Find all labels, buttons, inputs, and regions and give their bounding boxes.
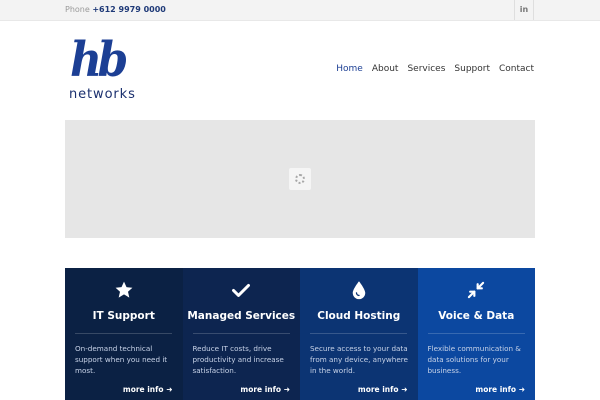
nav-about[interactable]: About (372, 64, 399, 74)
arrow-right-icon: ➜ (401, 385, 408, 394)
checkmark-icon (183, 280, 301, 302)
service-description: Flexible communication & data solutions … (427, 344, 521, 375)
service-description: Reduce IT costs, drive productivity and … (192, 344, 284, 375)
more-info-text: more info (240, 385, 282, 394)
service-title: Cloud Hosting (317, 310, 401, 322)
site-logo[interactable]: hb networks (68, 32, 148, 104)
phone-info: Phone +612 9979 0000 (65, 5, 166, 14)
more-info-link[interactable]: more info ➜ (358, 385, 408, 394)
more-info-link[interactable]: more info ➜ (240, 385, 290, 394)
main-nav: Home About Services Support Contact (336, 64, 534, 74)
phone-label: Phone (65, 5, 90, 14)
nav-support[interactable]: Support (454, 64, 490, 74)
nav-contact[interactable]: Contact (499, 64, 534, 74)
more-info-link[interactable]: more info ➜ (475, 385, 525, 394)
service-title: IT Support (92, 310, 155, 322)
more-info-text: more info (475, 385, 517, 394)
logo-subtitle: networks (69, 87, 136, 102)
linkedin-icon[interactable]: in (514, 0, 534, 20)
top-bar: Phone +612 9979 0000 in (0, 0, 600, 21)
divider (192, 333, 290, 334)
logo-mark: hb (70, 32, 128, 88)
service-description: Secure access to your data from any devi… (310, 344, 408, 375)
service-title: Managed Services (187, 310, 296, 322)
star-icon (65, 280, 183, 302)
more-info-text: more info (122, 385, 164, 394)
divider (427, 333, 525, 334)
service-card-it-support[interactable]: IT Support On-demand technical support w… (65, 268, 183, 400)
service-card-cloud-hosting[interactable]: Cloud Hosting Secure access to your data… (300, 268, 418, 400)
services-section: IT Support On-demand technical support w… (65, 268, 535, 400)
service-card-managed-services[interactable]: Managed Services Reduce IT costs, drive … (182, 268, 301, 400)
nav-services[interactable]: Services (407, 64, 445, 74)
service-title: Voice & Data (438, 310, 515, 322)
divider (310, 333, 407, 334)
droplet-icon (300, 280, 418, 302)
service-description: On-demand technical support when you nee… (75, 344, 168, 375)
compress-arrows-icon (418, 280, 536, 302)
phone-number[interactable]: +612 9979 0000 (92, 5, 166, 14)
hero-slider[interactable] (65, 120, 535, 238)
arrow-right-icon: ➜ (283, 385, 290, 394)
nav-home[interactable]: Home (336, 64, 363, 74)
loading-spinner-icon (289, 168, 311, 190)
linkedin-text: in (519, 5, 529, 14)
arrow-right-icon: ➜ (518, 385, 525, 394)
more-info-link[interactable]: more info ➜ (123, 385, 173, 394)
divider (75, 333, 172, 334)
service-card-voice-data[interactable]: Voice & Data Flexible communication & da… (417, 268, 536, 400)
more-info-text: more info (357, 385, 399, 394)
arrow-right-icon: ➜ (166, 385, 173, 394)
